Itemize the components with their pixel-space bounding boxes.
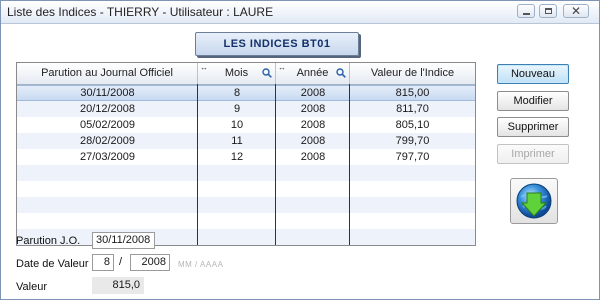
- column-divider: [275, 84, 276, 245]
- globe-download-icon: [516, 183, 552, 219]
- minimize-icon: [523, 13, 530, 15]
- table-row[interactable]: 20/12/2008 9 2008 811,70: [17, 101, 475, 117]
- close-icon: ✕: [570, 4, 582, 18]
- table-cell: 811,70: [396, 103, 429, 115]
- column-header-mois[interactable]: ↔ Mois: [198, 63, 276, 84]
- column-divider: [349, 84, 350, 245]
- parution-label: Parution J.O.: [16, 235, 81, 247]
- table-cell: 2008: [300, 87, 326, 99]
- table-row[interactable]: 28/02/2009 11 2008 799,70: [17, 133, 475, 149]
- column-header-parution[interactable]: Parution au Journal Officiel: [17, 63, 198, 84]
- table-cell: 30/11/2008: [80, 87, 135, 99]
- table-row[interactable]: [17, 181, 475, 197]
- modifier-button[interactable]: Modifier: [497, 91, 569, 111]
- table-cell: 28/02/2009: [79, 135, 136, 147]
- window-title: Liste des Indices - THIERRY - Utilisateu…: [7, 5, 274, 19]
- search-icon[interactable]: [262, 68, 272, 78]
- table-cell: 12: [230, 151, 244, 163]
- table-header: Parution au Journal Officiel ↔ Mois ↔ An…: [17, 63, 475, 85]
- table-cell: 27/03/2009: [79, 151, 136, 163]
- table-cell: 797,70: [395, 151, 430, 163]
- column-header-annee[interactable]: ↔ Année: [276, 63, 350, 84]
- month-field[interactable]: 8: [92, 254, 114, 271]
- indices-banner-button[interactable]: LES INDICES BT01: [195, 32, 359, 56]
- globe-download-button[interactable]: [510, 178, 558, 224]
- table-cell: 2008: [300, 103, 326, 115]
- table-row[interactable]: [17, 229, 475, 245]
- table-cell: 8: [233, 87, 241, 99]
- nouveau-button[interactable]: Nouveau: [497, 64, 569, 84]
- window-content: LES INDICES BT01 Parution au Journal Off…: [1, 24, 599, 299]
- column-header-label: Année: [296, 67, 329, 79]
- column-header-label: Mois: [224, 67, 249, 79]
- date-valeur-label: Date de Valeur: [16, 258, 89, 270]
- maximize-button[interactable]: [539, 4, 557, 18]
- year-field[interactable]: 2008: [130, 254, 170, 271]
- table-cell: 9: [233, 103, 241, 115]
- column-header-label: Valeur de l'Indice: [370, 67, 455, 79]
- title-bar[interactable]: Liste des Indices - THIERRY - Utilisateu…: [1, 1, 599, 24]
- table-cell: 2008: [300, 151, 326, 163]
- table-row[interactable]: 05/02/2009 10 2008 805,10: [17, 117, 475, 133]
- table-row[interactable]: [17, 213, 475, 229]
- date-format-hint: MM / AAAA: [178, 260, 224, 269]
- table-row[interactable]: [17, 165, 475, 181]
- table-cell: 815,00: [395, 87, 430, 99]
- table-cell: 799,70: [395, 135, 430, 147]
- table-row[interactable]: [17, 197, 475, 213]
- minimize-button[interactable]: [517, 4, 535, 18]
- table-cell: 05/02/2009: [79, 119, 136, 131]
- table-cell: 20/12/2008: [79, 103, 136, 115]
- supprimer-button[interactable]: Supprimer: [497, 117, 569, 137]
- indices-table: Parution au Journal Officiel ↔ Mois ↔ An…: [16, 62, 476, 246]
- table-cell: 2008: [300, 119, 326, 131]
- column-header-valeur[interactable]: Valeur de l'Indice: [350, 63, 475, 84]
- valeur-field: 815,0: [92, 277, 144, 294]
- imprimer-button[interactable]: Imprimer: [497, 144, 569, 164]
- column-resize-icon[interactable]: ↔: [200, 64, 208, 72]
- table-cell: 11: [231, 135, 243, 147]
- close-button[interactable]: ✕: [563, 4, 589, 18]
- table-cell: 10: [230, 119, 244, 131]
- column-header-label: Parution au Journal Officiel: [41, 67, 173, 79]
- column-divider: [197, 84, 198, 245]
- search-icon[interactable]: [336, 68, 346, 78]
- table-cell: 2008: [300, 135, 326, 147]
- table-row[interactable]: 30/11/2008 8 2008 815,00: [17, 85, 475, 101]
- column-resize-icon[interactable]: ↔: [278, 64, 286, 72]
- indices-window: Liste des Indices - THIERRY - Utilisateu…: [0, 0, 600, 300]
- table-cell: 805,10: [395, 119, 430, 131]
- valeur-label: Valeur: [16, 281, 47, 293]
- parution-field[interactable]: 30/11/2008: [92, 232, 155, 249]
- date-separator: /: [119, 256, 123, 268]
- table-row[interactable]: 27/03/2009 12 2008 797,70: [17, 149, 475, 165]
- maximize-icon: [545, 8, 552, 14]
